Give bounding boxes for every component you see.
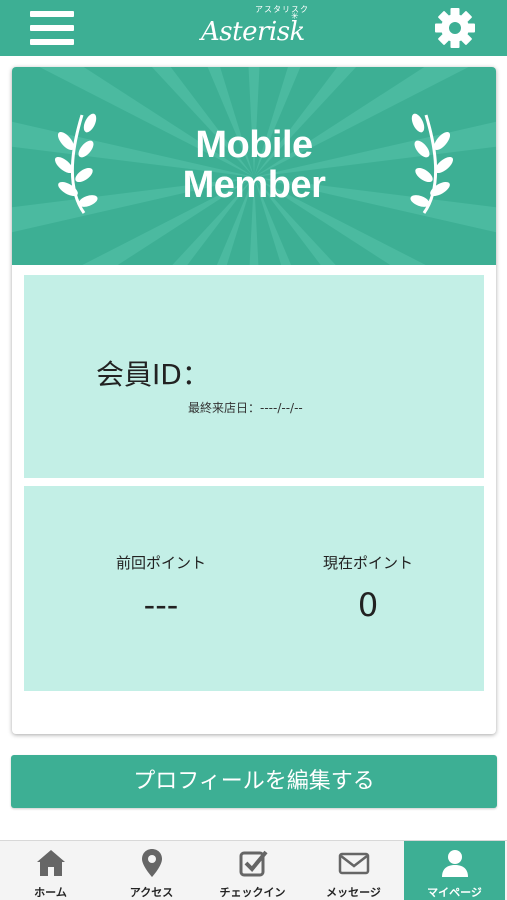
banner-title-line1: Mobile xyxy=(195,124,313,166)
user-icon xyxy=(442,850,468,877)
member-id-label: 会員ID： xyxy=(96,358,210,391)
last-visit-value: ----/--/-- xyxy=(260,401,303,415)
tab-label: アクセス xyxy=(129,886,174,899)
tab-message[interactable]: メッセージ xyxy=(303,841,404,900)
edit-profile-button[interactable]: プロフィールを編集する xyxy=(11,755,497,808)
tab-mypage[interactable]: マイページ xyxy=(404,841,505,900)
previous-points-label: 前回ポイント xyxy=(115,554,206,572)
asterisk-logo[interactable]: アスタリスク ✳ Asterisk xyxy=(193,4,315,52)
points-panel: 前回ポイント --- 現在ポイント 0 xyxy=(24,486,484,691)
member-card: Mobile Member 会員ID： 最終来店日：----/--/-- 前回ポ… xyxy=(12,67,496,734)
menu-bar xyxy=(30,39,74,45)
gear-icon xyxy=(435,8,475,48)
menu-bar xyxy=(30,25,74,31)
tab-label: メッセージ xyxy=(326,886,381,899)
previous-points-value: --- xyxy=(143,586,179,624)
member-info-panel: 会員ID： 最終来店日：----/--/-- xyxy=(24,275,484,478)
current-points-label: 現在ポイント xyxy=(322,554,413,572)
logo-text: Asterisk xyxy=(201,17,305,47)
tab-label: ホーム xyxy=(34,886,67,899)
logo-kana: アスタリスク xyxy=(255,5,309,14)
hamburger-menu-button[interactable] xyxy=(30,10,74,46)
current-points-value: 0 xyxy=(357,586,379,624)
banner-title-line2: Member xyxy=(182,164,326,206)
home-icon xyxy=(37,850,65,876)
envelope-icon xyxy=(338,852,370,875)
settings-gear-button[interactable] xyxy=(433,6,477,50)
last-visit: 最終来店日：----/--/-- xyxy=(188,399,303,416)
bottom-tab-bar: ホーム アクセス チェックイン メッセージ マイページ xyxy=(0,840,507,900)
menu-bar xyxy=(30,11,74,17)
app-header: アスタリスク ✳ Asterisk xyxy=(0,0,507,56)
mobile-member-banner: Mobile Member xyxy=(12,67,496,265)
tab-home[interactable]: ホーム xyxy=(0,841,101,900)
tab-access[interactable]: アクセス xyxy=(101,841,202,900)
tab-label: マイページ xyxy=(427,886,482,899)
tab-label: チェックイン xyxy=(219,886,286,899)
tab-checkin[interactable]: チェックイン xyxy=(202,841,303,900)
map-pin-icon xyxy=(142,849,162,877)
banner-title: Mobile Member xyxy=(12,125,496,205)
last-visit-label: 最終来店日： xyxy=(188,401,261,415)
checkin-icon xyxy=(239,850,268,877)
